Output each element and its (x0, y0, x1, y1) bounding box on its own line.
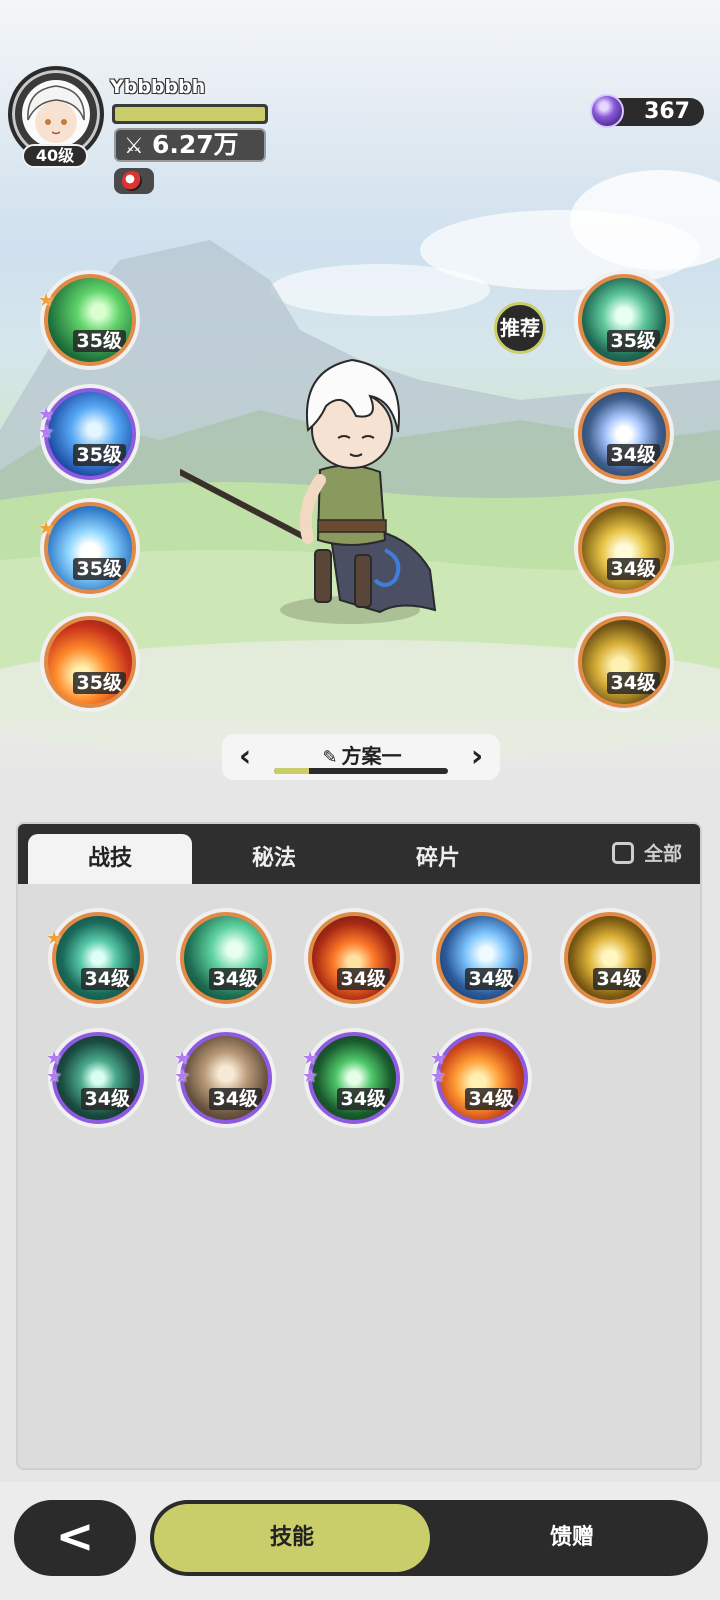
combat-power: ⚔ 6.27万 (114, 128, 266, 162)
checkbox-icon (611, 841, 634, 864)
skill-level-label: 35级 (606, 330, 660, 352)
equipped-left-slot-2[interactable]: 35级 ★ ★ (38, 384, 140, 484)
teal-vortex-icon: 34级 (52, 912, 144, 1004)
green-blade-icon: 34级 (180, 912, 272, 1004)
fire-swirl-icon: 34级 (308, 912, 400, 1004)
skill-level-label: 34级 (606, 558, 660, 580)
inventory-slot-4[interactable]: 34级 (432, 908, 532, 1008)
rock-talisman-icon: 34级 (180, 1032, 272, 1124)
bottom-bar: < 技能 馈赠 (0, 1482, 720, 1600)
skill-level-label: 34级 (592, 968, 646, 990)
inventory-slot-3[interactable]: 34级 (304, 908, 404, 1008)
green-wind-slash-icon: 35级 (44, 274, 136, 366)
loadout-name-label: 方案一 (341, 744, 402, 768)
inventory-slot-7[interactable]: 34级 ★ ★ (174, 1028, 276, 1128)
loadout-selector: ‹ ✎ 方案一 › (222, 734, 500, 780)
gem-count: 367 (644, 99, 690, 124)
loadout-progress-fill (274, 768, 309, 774)
inventory-slot-6[interactable]: 34级 ★ ★ (46, 1028, 148, 1128)
skill-level-label: 35级 (72, 330, 126, 352)
inventory-slot-2[interactable]: 34级 (176, 908, 276, 1008)
back-button[interactable]: < (14, 1500, 136, 1576)
recommend-button[interactable]: 推荐 (494, 302, 546, 354)
equipped-right-slot-3[interactable]: 34级 (574, 498, 674, 598)
green-shield-icon: 35级 (578, 274, 670, 366)
player-level-badge: 40级 (22, 144, 88, 168)
skill-level-label: 34级 (80, 1088, 134, 1110)
loadout-name[interactable]: ✎ 方案一 (282, 740, 442, 769)
blue-water-wave-icon: 35级 (44, 388, 136, 480)
ice-crystal-icon: 34级 (436, 912, 528, 1004)
fire-orb-icon: 34级 (436, 1032, 528, 1124)
rarity-star-icon: ★ ★ (46, 1048, 63, 1087)
skill-level-label: 34级 (336, 1088, 390, 1110)
tab-fragments[interactable]: 碎片 (356, 834, 520, 884)
skill-level-label: 34级 (80, 968, 134, 990)
rarity-star-icon: ★ ★ (430, 1048, 447, 1087)
chevron-right-icon[interactable]: › (462, 738, 492, 776)
skill-level-label: 35级 (72, 558, 126, 580)
hero-character (177, 350, 470, 640)
crystal-star-icon: 34级 (578, 388, 670, 480)
skill-grid: 34级 ★ 34级 34级 34级 34级 34级 ★ ★ 34级 ★ ★ 34级 ★ ★ 34级 ★ ★ (18, 884, 700, 1468)
inventory-slot-8[interactable]: 34级 ★ ★ (302, 1028, 404, 1128)
avatar-portrait (22, 80, 90, 148)
equipped-left-slot-4[interactable]: 35级 (40, 612, 140, 712)
skill-level-label: 34级 (606, 672, 660, 694)
golden-light-icon: 34级 (578, 502, 670, 594)
bottom-nav: 技能 馈赠 (150, 1500, 708, 1576)
skill-category-tabs: 战技 秘法 碎片 全部 (18, 824, 700, 884)
tab-arcana[interactable]: 秘法 (192, 834, 356, 884)
rarity-star-icon: ★ (38, 518, 55, 539)
rarity-star-icon: ★ ★ (38, 404, 55, 443)
skill-level-label: 34级 (464, 968, 518, 990)
thorn-vine-icon: 34级 (52, 1032, 144, 1124)
skill-level-label: 34级 (336, 968, 390, 990)
skill-level-label: 35级 (72, 444, 126, 466)
hp-fill (115, 107, 265, 121)
equipped-right-slot-4[interactable]: 34级 (574, 612, 674, 712)
player-hp-bar (112, 104, 268, 124)
inventory-slot-1[interactable]: 34级 ★ (46, 908, 148, 1008)
fire-flame-icon: 35级 (44, 616, 136, 708)
pet-icon[interactable] (114, 168, 154, 194)
combat-power-value: 6.27万 (152, 130, 239, 159)
inventory-slot-5[interactable]: 34级 (560, 908, 660, 1008)
nav-gift-button[interactable]: 馈赠 (440, 1504, 704, 1572)
crossed-swords-icon: ⚔ (124, 134, 144, 159)
edit-pencil-icon: ✎ (322, 747, 338, 768)
skill-inventory-panel: 战技 秘法 碎片 全部 34级 ★ 34级 34级 34级 34级 34级 ★ ★ 34级 ★ ★… (16, 822, 702, 1470)
chevron-left-icon[interactable]: ‹ (230, 738, 260, 776)
skill-level-label: 34级 (606, 444, 660, 466)
equipped-right-slot-1[interactable]: 35级 (574, 270, 674, 370)
skill-level-label: 34级 (208, 968, 262, 990)
inventory-slot-9[interactable]: 34级 ★ ★ (430, 1028, 532, 1128)
player-name: Ybbbbbh (110, 76, 206, 98)
skill-level-label: 35级 (72, 672, 126, 694)
golden-crystal-icon: 34级 (564, 912, 656, 1004)
rarity-star-icon: ★ (46, 928, 63, 949)
skill-level-label: 34级 (208, 1088, 262, 1110)
ice-burst-icon: 35级 (44, 502, 136, 594)
rarity-star-icon: ★ (38, 290, 55, 311)
tab-combat-arts[interactable]: 战技 (28, 834, 192, 884)
nav-skill-button[interactable]: 技能 (154, 1504, 430, 1572)
green-heal-cross-icon: 34级 (308, 1032, 400, 1124)
equipped-left-slot-1[interactable]: 35级 ★ (38, 270, 140, 370)
gem-icon (590, 94, 624, 128)
rarity-star-icon: ★ ★ (302, 1048, 319, 1087)
loadout-progress-bar (274, 768, 448, 774)
rarity-star-icon: ★ ★ (174, 1048, 191, 1087)
skill-level-label: 34级 (464, 1088, 518, 1110)
equipped-left-slot-3[interactable]: 35级 ★ (38, 498, 140, 598)
equipped-right-slot-2[interactable]: 34级 (574, 384, 674, 484)
filter-all-label: 全部 (643, 843, 682, 865)
golden-helmet-icon: 34级 (578, 616, 670, 708)
filter-all-toggle[interactable]: 全部 (611, 840, 682, 868)
